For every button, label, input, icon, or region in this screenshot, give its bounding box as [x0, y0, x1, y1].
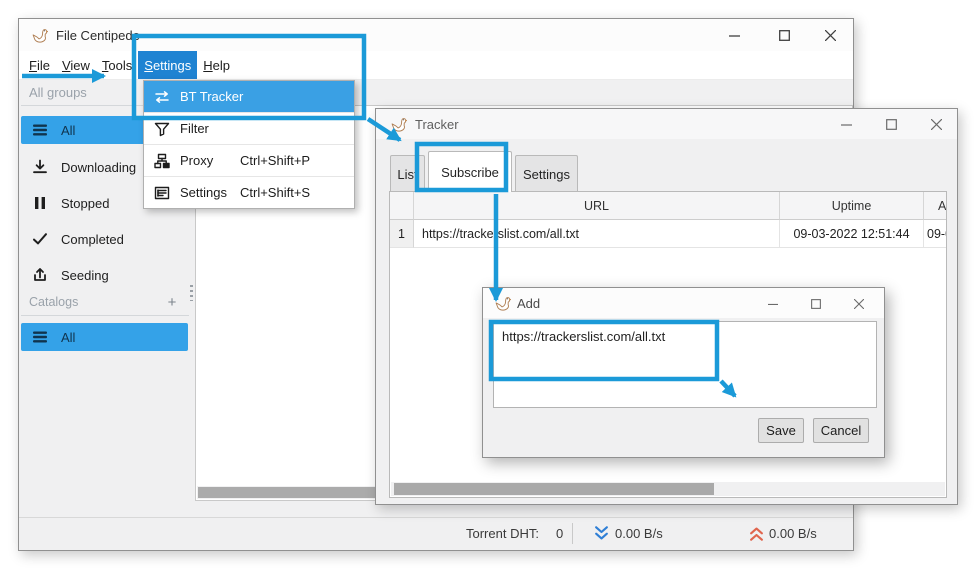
tracker-url-textarea[interactable]: https://trackerslist.com/all.txt: [493, 321, 877, 408]
menu-help-label: Help: [203, 58, 230, 73]
main-window-controls: [715, 22, 849, 49]
sidebar-item-label: Downloading: [61, 160, 136, 175]
menu-item-label: Settings: [180, 185, 227, 200]
table-cell-added[interactable]: 09-03-2022 12:51:44: [924, 220, 946, 248]
pause-icon: [32, 195, 48, 211]
tab-list[interactable]: List: [390, 155, 425, 192]
maximize-button[interactable]: [872, 111, 910, 138]
menu-item-bt-tracker[interactable]: BT Tracker: [144, 81, 354, 112]
column-header-uptime[interactable]: Uptime: [780, 192, 924, 220]
table-row-number[interactable]: 1: [390, 220, 414, 248]
settings-dropdown-menu: BT Tracker Filter Proxy Ctrl+Shift+P Set…: [143, 80, 355, 209]
sidebar-item-label: All: [61, 123, 75, 138]
status-bar: Torrent DHT: 0 0.00 B/s 0.00 B/s: [19, 517, 853, 549]
catalog-item-all[interactable]: All: [21, 323, 188, 351]
maximize-button[interactable]: [799, 290, 833, 317]
app-logo-duck-icon: [494, 295, 511, 312]
divider: [21, 315, 189, 316]
add-dialog: Add https://trackerslist.com/all.txt Sav…: [482, 287, 885, 458]
close-button[interactable]: [917, 111, 955, 138]
tab-label: Settings: [523, 167, 570, 182]
scrollbar-thumb[interactable]: [198, 487, 376, 498]
save-button[interactable]: Save: [758, 418, 804, 443]
table-cell-uptime[interactable]: 09-03-2022 12:51:44: [780, 220, 924, 248]
close-button[interactable]: [811, 22, 849, 49]
menu-lines-icon: [32, 122, 48, 138]
tab-settings[interactable]: Settings: [515, 155, 578, 192]
add-dialog-title: Add: [517, 296, 540, 311]
tracker-window-controls: [827, 111, 955, 138]
menu-item-shortcut: Ctrl+Shift+P: [240, 153, 310, 168]
close-button[interactable]: [842, 290, 876, 317]
settings-list-icon: [154, 185, 170, 201]
sidebar-splitter-handle[interactable]: [190, 285, 193, 301]
menu-item-proxy[interactable]: Proxy Ctrl+Shift+P: [144, 145, 354, 176]
menu-item-label: BT Tracker: [180, 89, 243, 104]
upload-icon: [32, 267, 48, 283]
tracker-window-title: Tracker: [415, 117, 459, 132]
menu-view-label: View: [62, 58, 90, 73]
sidebar-item-completed[interactable]: Completed: [21, 225, 188, 253]
check-icon: [32, 231, 48, 247]
menu-view[interactable]: View: [56, 51, 96, 79]
filter-funnel-icon: [154, 121, 170, 137]
column-header-num[interactable]: [390, 192, 414, 220]
menu-help[interactable]: Help: [197, 51, 236, 79]
status-separator: [572, 523, 573, 544]
menu-item-settings[interactable]: Settings Ctrl+Shift+S: [144, 177, 354, 208]
menu-settings-label: Settings: [144, 58, 191, 73]
proxy-network-icon: [154, 153, 170, 169]
add-catalog-button[interactable]: +: [163, 293, 181, 311]
maximize-button[interactable]: [765, 22, 803, 49]
download-speed-icon: [594, 518, 609, 549]
tracker-swap-arrows-icon: [154, 89, 170, 105]
menu-item-label: Filter: [180, 121, 209, 136]
upload-speed-value: 0.00 B/s: [769, 518, 817, 549]
menu-tools[interactable]: Tools: [96, 51, 138, 79]
menu-tools-label: Tools: [102, 58, 132, 73]
minimize-button[interactable]: [715, 22, 753, 49]
tab-label: Subscribe: [441, 165, 499, 180]
upload-speed-icon: [749, 518, 764, 549]
download-speed-value: 0.00 B/s: [615, 518, 663, 549]
groups-header: All groups: [29, 85, 87, 100]
column-header-added[interactable]: Added: [924, 192, 946, 220]
menu-item-label: Proxy: [180, 153, 213, 168]
sidebar-item-label: Seeding: [61, 268, 109, 283]
menu-settings[interactable]: Settings: [138, 51, 197, 79]
download-icon: [32, 159, 48, 175]
scrollbar-thumb[interactable]: [394, 483, 714, 495]
cancel-button[interactable]: Cancel: [813, 418, 869, 443]
horizontal-scrollbar[interactable]: [391, 482, 945, 496]
menu-item-filter[interactable]: Filter: [144, 113, 354, 144]
page: File Centipede File View Tools Settings …: [0, 0, 978, 572]
tab-subscribe[interactable]: Subscribe: [428, 151, 512, 192]
dht-value: 0: [556, 518, 563, 549]
sidebar-item-label: Completed: [61, 232, 124, 247]
menu-file[interactable]: File: [23, 51, 56, 79]
sidebar-item-label: Stopped: [61, 196, 109, 211]
menu-item-shortcut: Ctrl+Shift+S: [240, 185, 310, 200]
sidebar-item-seeding[interactable]: Seeding: [21, 261, 188, 289]
menu-bar: File View Tools Settings Help: [19, 51, 853, 80]
minimize-button[interactable]: [827, 111, 865, 138]
dht-label: Torrent DHT:: [466, 518, 539, 549]
menu-lines-icon: [32, 329, 48, 345]
app-logo-duck-icon: [31, 27, 48, 44]
column-header-url[interactable]: URL: [414, 192, 780, 220]
table-cell-url[interactable]: https://trackerslist.com/all.txt: [414, 220, 780, 248]
app-logo-duck-icon: [390, 116, 407, 133]
catalogs-header: Catalogs: [29, 295, 78, 309]
menu-file-label: File: [29, 58, 50, 73]
minimize-button[interactable]: [756, 290, 790, 317]
tab-label: List: [397, 167, 417, 182]
catalog-item-label: All: [61, 330, 75, 345]
add-dialog-controls: [756, 290, 876, 317]
window-title: File Centipede: [56, 28, 140, 43]
